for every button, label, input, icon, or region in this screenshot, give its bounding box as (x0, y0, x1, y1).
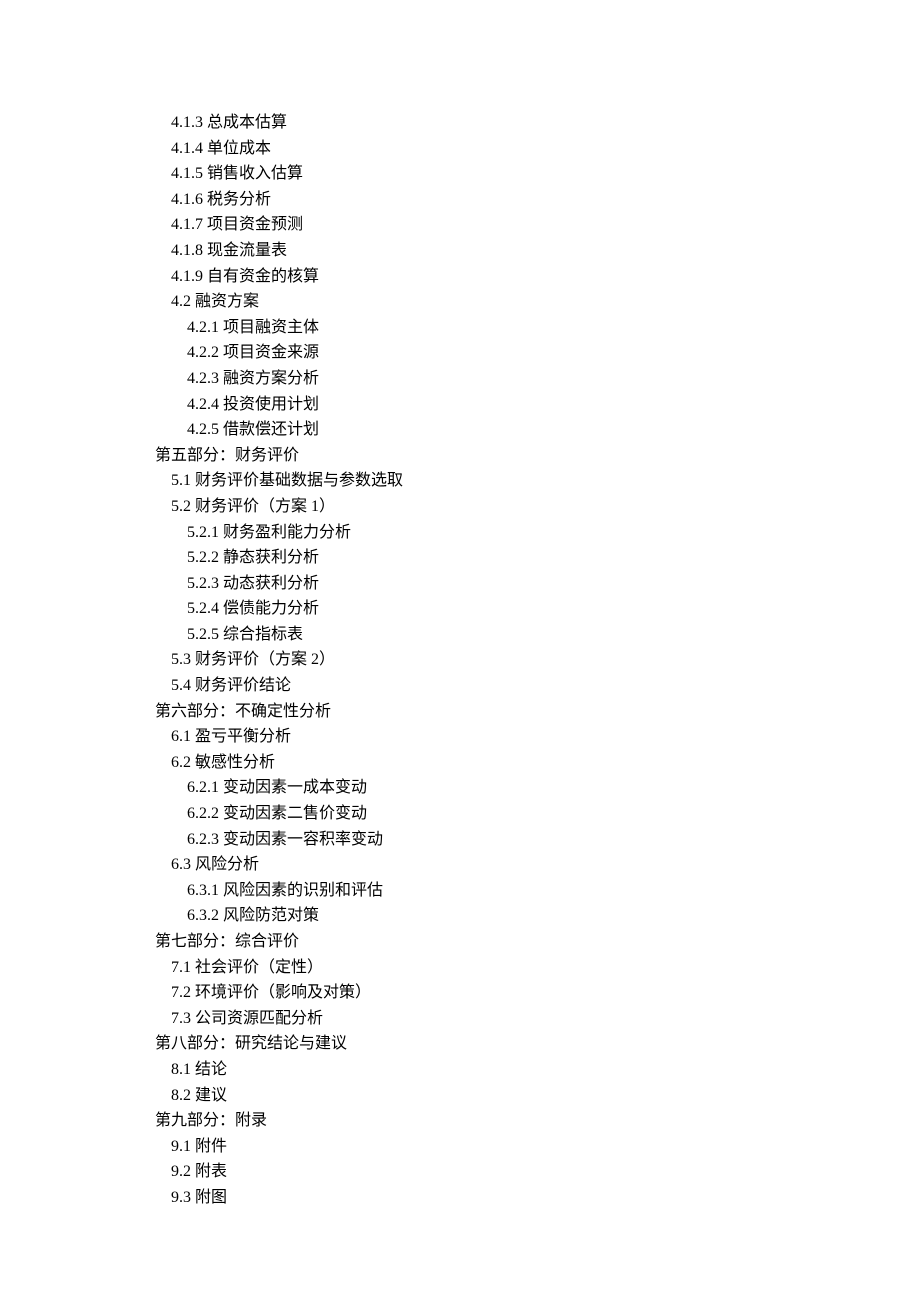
toc-entry: 5.2.3 动态获利分析 (155, 571, 920, 597)
toc-entry: 6.2.1 变动因素一成本变动 (155, 775, 920, 801)
toc-entry: 6.2.3 变动因素一容积率变动 (155, 827, 920, 853)
toc-entry: 7.2 环境评价（影响及对策） (155, 980, 920, 1006)
toc-entry: 6.3 风险分析 (155, 852, 920, 878)
toc-entry: 第六部分：不确定性分析 (155, 699, 920, 725)
toc-entry: 6.1 盈亏平衡分析 (155, 724, 920, 750)
toc-entry: 第七部分：综合评价 (155, 929, 920, 955)
toc-entry: 5.2 财务评价（方案 1） (155, 494, 920, 520)
toc-entry: 9.1 附件 (155, 1134, 920, 1160)
toc-entry: 5.2.5 综合指标表 (155, 622, 920, 648)
toc-entry: 第九部分：附录 (155, 1108, 920, 1134)
toc-entry: 8.2 建议 (155, 1083, 920, 1109)
toc-entry: 4.1.4 单位成本 (155, 136, 920, 162)
toc-entry: 6.2.2 变动因素二售价变动 (155, 801, 920, 827)
toc-entry: 9.3 附图 (155, 1185, 920, 1211)
table-of-contents: 4.1.3 总成本估算4.1.4 单位成本4.1.5 销售收入估算4.1.6 税… (155, 110, 920, 1211)
toc-entry: 4.2 融资方案 (155, 289, 920, 315)
toc-entry: 4.2.2 项目资金来源 (155, 340, 920, 366)
toc-entry: 4.1.7 项目资金预测 (155, 212, 920, 238)
toc-entry: 4.1.3 总成本估算 (155, 110, 920, 136)
toc-entry: 6.2 敏感性分析 (155, 750, 920, 776)
toc-entry: 4.2.4 投资使用计划 (155, 392, 920, 418)
toc-entry: 5.2.2 静态获利分析 (155, 545, 920, 571)
toc-entry: 7.1 社会评价（定性） (155, 955, 920, 981)
toc-entry: 6.3.1 风险因素的识别和评估 (155, 878, 920, 904)
toc-entry: 5.3 财务评价（方案 2） (155, 647, 920, 673)
toc-entry: 4.2.1 项目融资主体 (155, 315, 920, 341)
toc-entry: 7.3 公司资源匹配分析 (155, 1006, 920, 1032)
toc-entry: 8.1 结论 (155, 1057, 920, 1083)
toc-entry: 4.2.3 融资方案分析 (155, 366, 920, 392)
toc-entry: 5.4 财务评价结论 (155, 673, 920, 699)
toc-entry: 5.1 财务评价基础数据与参数选取 (155, 468, 920, 494)
toc-entry: 第五部分：财务评价 (155, 443, 920, 469)
toc-entry: 4.1.6 税务分析 (155, 187, 920, 213)
toc-entry: 第八部分：研究结论与建议 (155, 1031, 920, 1057)
toc-entry: 5.2.1 财务盈利能力分析 (155, 520, 920, 546)
toc-entry: 4.1.9 自有资金的核算 (155, 264, 920, 290)
toc-entry: 4.1.8 现金流量表 (155, 238, 920, 264)
toc-entry: 5.2.4 偿债能力分析 (155, 596, 920, 622)
toc-entry: 9.2 附表 (155, 1159, 920, 1185)
toc-entry: 4.1.5 销售收入估算 (155, 161, 920, 187)
toc-entry: 6.3.2 风险防范对策 (155, 903, 920, 929)
toc-entry: 4.2.5 借款偿还计划 (155, 417, 920, 443)
